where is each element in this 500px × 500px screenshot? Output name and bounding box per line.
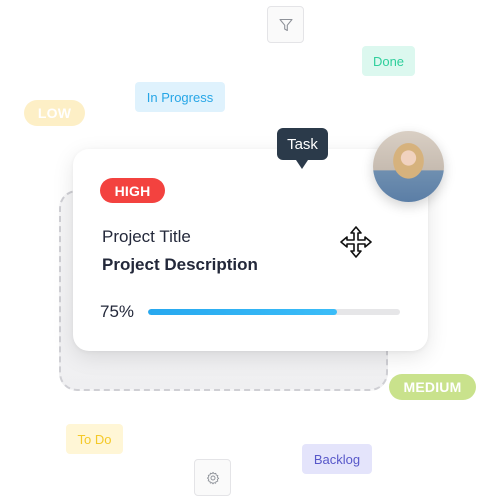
filter-button[interactable]: [267, 6, 304, 43]
task-tooltip: Task: [277, 128, 328, 169]
priority-badge-high: HIGH: [100, 178, 165, 203]
progress-percent: 75%: [100, 302, 135, 321]
gear-icon: [206, 471, 219, 484]
progress-bar: [148, 309, 400, 315]
priority-pill-low[interactable]: LOW: [24, 100, 85, 126]
filter-icon: [278, 18, 293, 31]
move-cursor-icon[interactable]: [339, 225, 373, 259]
progress-bar-fill: [148, 309, 337, 315]
avatar[interactable]: [373, 131, 444, 202]
status-tag-backlog[interactable]: Backlog: [302, 444, 372, 474]
status-tag-todo[interactable]: To Do: [66, 424, 123, 454]
status-tag-done[interactable]: Done: [362, 46, 415, 76]
project-description: Project Description: [102, 255, 258, 274]
status-tag-in-progress[interactable]: In Progress: [135, 82, 225, 112]
priority-pill-medium[interactable]: MEDIUM: [389, 374, 476, 400]
project-title: Project Title: [102, 227, 191, 246]
settings-button[interactable]: [194, 459, 231, 496]
